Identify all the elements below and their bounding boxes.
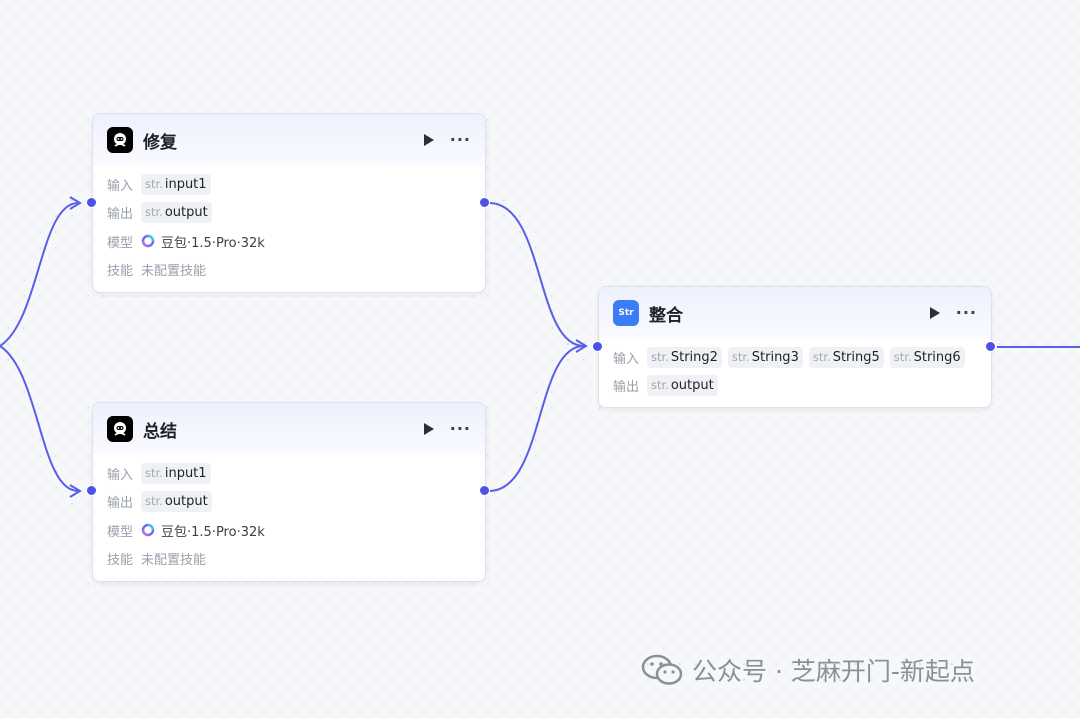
model-label: 模型 xyxy=(107,235,134,251)
node-merge-output-row: 输出 str. output xyxy=(613,372,977,401)
input-param-tag: str. String5 xyxy=(808,346,884,368)
type-prefix: str. xyxy=(145,494,163,509)
string-icon: Str xyxy=(613,300,639,326)
output-param-tag: str. output xyxy=(141,491,212,513)
node-merge[interactable]: Str 整合 ··· 输入 str. String2 str. String3 st… xyxy=(598,286,992,408)
node-summary-model-row: 模型 豆包·1.5·Pro·32k xyxy=(107,516,471,545)
type-prefix: str. xyxy=(893,349,912,364)
more-icon[interactable]: ··· xyxy=(450,421,471,437)
type-prefix: str. xyxy=(145,465,163,480)
type-prefix: str. xyxy=(731,349,750,364)
param-name: String5 xyxy=(832,349,880,365)
type-prefix: str. xyxy=(651,378,669,393)
node-merge-output-port[interactable] xyxy=(985,341,996,352)
skill-value: 未配置技能 xyxy=(141,264,207,280)
output-label: 输出 xyxy=(107,207,134,223)
input-label: 输入 xyxy=(613,351,640,367)
param-name: input1 xyxy=(164,176,207,192)
node-summary-skill-row: 技能 未配置技能 xyxy=(107,545,471,574)
node-repair-header[interactable]: 修复 ··· xyxy=(93,114,485,166)
node-repair-output-port[interactable] xyxy=(479,197,490,208)
node-summary[interactable]: 总结 ··· 输入 str.input1 输出 str.output 模型 xyxy=(92,402,486,582)
wire-summary-to-merge xyxy=(488,345,585,492)
output-param-tag: str. output xyxy=(141,202,212,224)
param-name: output xyxy=(164,494,208,510)
node-summary-output-port[interactable] xyxy=(479,485,490,496)
llm-robot-icon xyxy=(107,127,133,153)
node-summary-output-row: 输出 str. output xyxy=(107,488,471,517)
node-repair-output-row: 输出 str. output xyxy=(107,199,471,228)
model-name: 豆包·1.5·Pro·32k xyxy=(161,235,265,251)
type-prefix: str. xyxy=(651,349,669,364)
node-repair-title: 修复 xyxy=(143,132,177,153)
input-param-tag: str. input1 xyxy=(141,173,211,195)
watermark: 公众号 · 芝麻开门-新起点 xyxy=(640,652,975,688)
more-icon[interactable]: ··· xyxy=(450,132,471,148)
doubao-model-icon xyxy=(141,523,155,537)
output-label: 输出 xyxy=(107,496,134,512)
play-icon[interactable] xyxy=(928,306,942,320)
node-repair-model-row: 模型 豆包·1.5·Pro·32k xyxy=(107,227,471,256)
input-param-tag: str. String2 xyxy=(647,346,722,368)
llm-robot-icon xyxy=(107,416,133,442)
param-name: output xyxy=(670,378,714,394)
type-prefix: str. xyxy=(812,349,831,364)
play-icon[interactable] xyxy=(422,422,436,436)
doubao-model-icon xyxy=(141,234,155,248)
watermark-text: 公众号 · 芝麻开门-新起点 xyxy=(692,657,975,686)
type-prefix: str. xyxy=(145,176,163,191)
skill-label: 技能 xyxy=(107,264,134,280)
output-label: 输出 xyxy=(613,380,640,396)
node-repair[interactable]: 修复 ··· 输入 str.input1 输出 str.output 模型 xyxy=(92,113,486,293)
param-name: String3 xyxy=(751,349,799,365)
model-label: 模型 xyxy=(107,524,134,540)
input-param-tag: str. String3 xyxy=(727,346,803,368)
input-label: 输入 xyxy=(107,178,134,194)
play-icon[interactable] xyxy=(422,133,436,147)
param-name: input1 xyxy=(164,465,207,481)
node-merge-input-row: 输入 str. String2 str. String3 str. String5 s… xyxy=(613,343,977,372)
node-merge-title: 整合 xyxy=(649,305,683,326)
input-param-tag: str. input1 xyxy=(141,462,211,484)
wire-start-to-repair xyxy=(0,202,79,347)
param-name: String6 xyxy=(913,349,961,365)
node-merge-header[interactable]: Str 整合 ··· xyxy=(599,287,991,339)
type-prefix: str. xyxy=(145,205,163,220)
node-summary-input-port[interactable] xyxy=(86,485,97,496)
node-repair-input-port[interactable] xyxy=(86,197,97,208)
wechat-icon xyxy=(640,653,684,687)
node-summary-header[interactable]: 总结 ··· xyxy=(93,403,485,455)
model-name: 豆包·1.5·Pro·32k xyxy=(161,524,265,540)
param-name: output xyxy=(164,205,208,221)
more-icon[interactable]: ··· xyxy=(956,305,977,321)
node-merge-input-port[interactable] xyxy=(592,341,603,352)
param-name: String2 xyxy=(670,349,718,365)
input-param-tag: str. String6 xyxy=(889,346,965,368)
output-param-tag: str. output xyxy=(647,375,718,397)
skill-label: 技能 xyxy=(107,553,134,569)
node-summary-title: 总结 xyxy=(143,421,177,442)
wire-start-to-summary xyxy=(0,345,79,492)
input-label: 输入 xyxy=(107,467,134,483)
skill-value: 未配置技能 xyxy=(141,553,207,569)
node-repair-input-row: 输入 str. input1 xyxy=(107,170,471,199)
node-summary-input-row: 输入 str. input1 xyxy=(107,459,471,488)
node-repair-skill-row: 技能 未配置技能 xyxy=(107,256,471,285)
wire-repair-to-merge xyxy=(488,202,585,347)
